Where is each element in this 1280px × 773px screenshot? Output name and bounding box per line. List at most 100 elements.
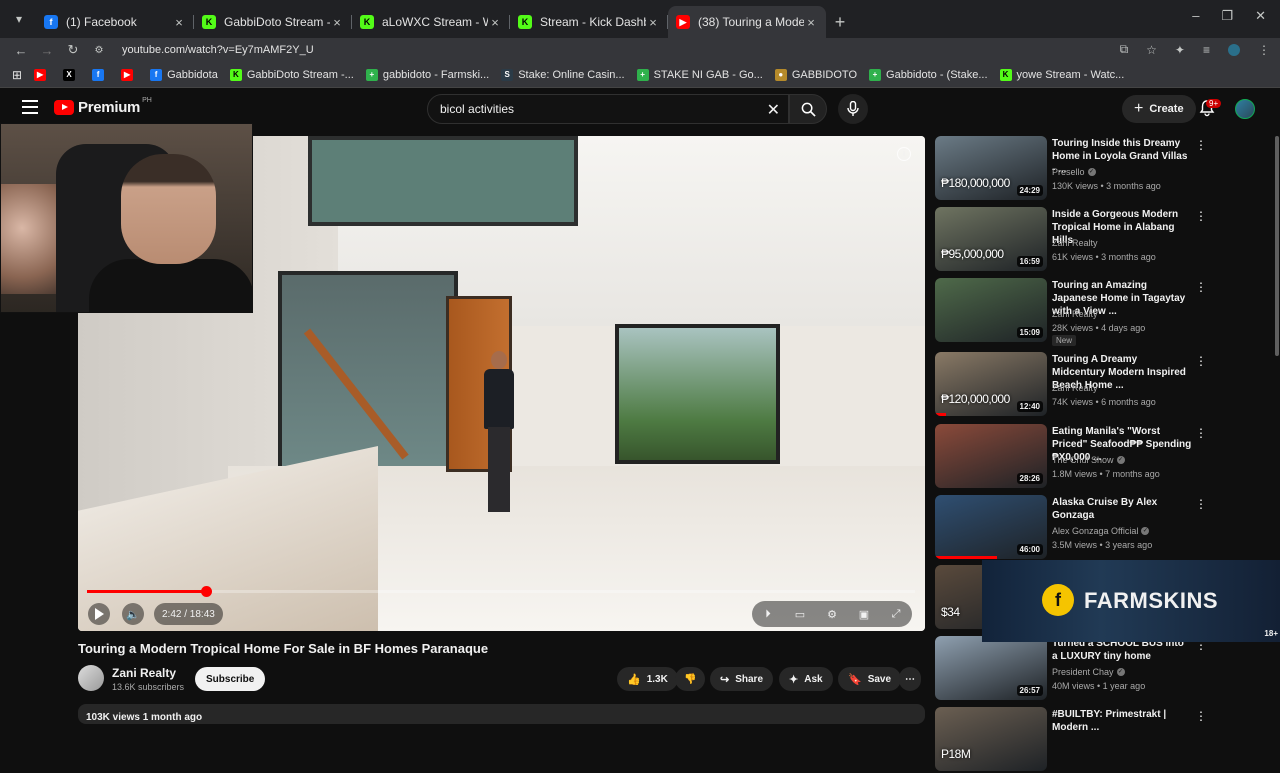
suggestion-menu-icon[interactable]: ⋮ — [1195, 209, 1207, 223]
farmskins-ad-overlay[interactable]: f FARMSKINS 18+ — [982, 560, 1280, 642]
like-button[interactable]: 👍 1.3K — [617, 667, 678, 691]
clear-search-icon[interactable]: ✕ — [767, 100, 780, 120]
dislike-button[interactable]: 👎 — [675, 667, 706, 691]
bookmark-item[interactable]: + gabbidoto - Farmski... — [365, 68, 489, 81]
volume-button[interactable]: 🔈 — [122, 603, 144, 625]
bookmark-item[interactable]: Kyowe Stream - Watc... — [999, 68, 1124, 81]
suggestion-item[interactable]: 26:57 Turned a SCHOOL BUS into a LUXURY t… — [935, 636, 1275, 702]
page-scrollbar[interactable] — [1275, 136, 1279, 356]
suggestion-title[interactable]: Alaska Cruise By Alex Gonzaga — [1052, 496, 1192, 522]
settings-icon[interactable]: ⚙ — [822, 608, 842, 621]
suggestion-thumbnail[interactable]: 15:09 — [935, 278, 1047, 342]
suggestion-channel[interactable]: The Chul Show ✓ — [1052, 455, 1125, 465]
suggestion-item[interactable]: ₱95,000,000 16:59 Inside a Gorgeous Modern… — [935, 207, 1275, 273]
suggestion-thumbnail[interactable]: 28:26 — [935, 424, 1047, 488]
suggestion-thumbnail[interactable]: 46:00 — [935, 495, 1047, 559]
tab-close-icon[interactable]: × — [330, 15, 344, 30]
create-button[interactable]: + Create — [1122, 95, 1196, 123]
bookmark-item[interactable]: X — [63, 68, 80, 81]
suggestion-channel[interactable]: Zani Realty — [1052, 309, 1098, 319]
tab-search-icon[interactable]: ▾ — [8, 8, 30, 30]
tab-0[interactable]: f (1) Facebook × — [36, 6, 194, 38]
suggestion-thumbnail[interactable]: ₱180,000,000 24:29 — [935, 136, 1047, 200]
description-box[interactable] — [78, 704, 925, 724]
suggestion-channel[interactable]: Zani Realty — [1052, 383, 1098, 393]
address-bar[interactable]: youtube.com/watch?v=Ey7mAMF2Y_U — [122, 44, 314, 56]
voice-search-button[interactable] — [838, 94, 868, 124]
tab-4[interactable]: ▶ (38) Touring a Modern Tropical× — [668, 6, 826, 38]
ask-button[interactable]: ✦ Ask — [779, 667, 833, 691]
suggestion-channel[interactable]: Alex Gonzaga Official ✓ — [1052, 526, 1150, 536]
youtube-logo[interactable]: Premium PH — [54, 97, 152, 116]
suggestion-thumbnail[interactable]: ₱120,000,000 12:40 — [935, 352, 1047, 416]
share-button[interactable]: ↪ Share — [710, 667, 774, 691]
channel-avatar[interactable] — [78, 665, 104, 691]
bookmark-item[interactable]: K GabbiDoto Stream -... — [229, 68, 354, 81]
tab-3[interactable]: K Stream - Kick Dashboard× — [510, 6, 668, 38]
suggestion-item[interactable]: 15:09 Touring an Amazing Japanese Home in… — [935, 278, 1275, 346]
suggestion-menu-icon[interactable]: ⋮ — [1195, 280, 1207, 294]
apps-icon[interactable]: ⊞ — [12, 68, 22, 82]
bookmark-item[interactable]: ▶ — [121, 68, 138, 81]
subscribe-button[interactable]: Subscribe — [195, 667, 266, 691]
captions-icon[interactable]: ▭ — [790, 608, 810, 621]
site-info-icon[interactable]: ⚙ — [88, 45, 110, 56]
autoplay-toggle-icon[interactable]: ⏵ — [758, 608, 778, 621]
forward-icon[interactable]: → — [36, 43, 58, 58]
channel-name[interactable]: Zani Realty — [112, 666, 176, 680]
tab-1[interactable]: K GabbiDoto Stream - Watch Live× — [194, 6, 352, 38]
new-tab-button[interactable]: + — [826, 8, 854, 36]
back-icon[interactable]: ← — [10, 43, 32, 58]
suggestion-item[interactable]: ₱120,000,000 12:40 Touring A Dreamy Midcen… — [935, 352, 1275, 418]
extensions-icon[interactable]: ✦ — [1175, 43, 1185, 57]
tab-close-icon[interactable]: × — [804, 15, 818, 30]
info-icon[interactable]: i — [897, 147, 911, 161]
suggestion-item[interactable]: 28:26 Eating Manila's "Worst Priced" Seaf… — [935, 424, 1275, 490]
more-actions-button[interactable]: ⋯ — [899, 667, 921, 691]
suggestion-menu-icon[interactable]: ⋮ — [1195, 426, 1207, 440]
bookmark-item[interactable]: + Gabbidoto - (Stake... — [869, 68, 988, 81]
tab-close-icon[interactable]: × — [646, 15, 660, 30]
tab-close-icon[interactable]: × — [172, 15, 186, 30]
suggestion-menu-icon[interactable]: ⋮ — [1195, 138, 1207, 152]
search-input[interactable]: bicol activities ✕ — [427, 94, 789, 124]
suggestion-item[interactable]: ₱180,000,000 24:29 Touring Inside this Dre… — [935, 136, 1275, 202]
browser-menu-icon[interactable]: ⋮ — [1258, 43, 1270, 57]
suggestion-menu-icon[interactable]: ⋮ — [1195, 354, 1207, 368]
suggestion-channel[interactable]: Zani Realty — [1052, 238, 1098, 248]
bookmark-item[interactable]: S Stake: Online Casin... — [501, 68, 625, 81]
suggestion-channel[interactable]: Presello ✓ — [1052, 167, 1096, 177]
menu-icon[interactable] — [22, 100, 38, 118]
suggestion-thumbnail[interactable]: P18M — [935, 707, 1047, 771]
fullscreen-icon[interactable]: ⤢ — [886, 608, 906, 621]
account-avatar[interactable] — [1235, 99, 1255, 119]
tab-2[interactable]: KaLoWXC Stream - Watch Live o× — [352, 6, 510, 38]
play-button[interactable] — [88, 603, 110, 625]
suggestion-menu-icon[interactable]: ⋮ — [1195, 497, 1207, 511]
search-button[interactable] — [789, 94, 827, 124]
bookmark-item[interactable]: f Gabbidota — [150, 68, 218, 81]
suggestion-title[interactable]: #BUILTBY: Primestrakt | Modern ... — [1052, 708, 1192, 734]
suggestion-menu-icon[interactable]: ⋮ — [1195, 709, 1207, 723]
reload-icon[interactable]: ↻ — [62, 42, 84, 58]
bookmark-item[interactable]: + STAKE NI GAB - Go... — [636, 68, 763, 81]
media-icon[interactable]: ≡ — [1203, 43, 1210, 57]
suggestion-item[interactable]: 46:00 Alaska Cruise By Alex Gonzaga Alex G… — [935, 495, 1275, 561]
bookmark-star-icon[interactable]: ☆ — [1146, 43, 1157, 57]
profile-avatar[interactable] — [1228, 43, 1240, 56]
restore-icon[interactable]: ❐ — [1221, 8, 1233, 24]
suggestion-thumbnail[interactable]: 26:57 — [935, 636, 1047, 700]
progress-bar[interactable] — [87, 586, 915, 597]
suggestion-channel[interactable]: President Chay ✓ — [1052, 667, 1125, 677]
save-button[interactable]: 🔖 Save — [838, 667, 902, 691]
suggestion-thumbnail[interactable]: ₱95,000,000 16:59 — [935, 207, 1047, 271]
bookmark-item[interactable]: f — [92, 68, 109, 81]
minimize-icon[interactable]: – — [1192, 8, 1199, 24]
close-window-icon[interactable]: ✕ — [1255, 8, 1266, 24]
suggestion-item[interactable]: P18M #BUILTBY: Primestrakt | Modern ... ⋮ — [935, 707, 1275, 773]
install-icon[interactable]: ⧉ — [1120, 42, 1129, 57]
bookmark-item[interactable]: ● GABBIDOTO — [774, 68, 857, 81]
theater-mode-icon[interactable]: ▣ — [854, 608, 874, 621]
tab-close-icon[interactable]: × — [488, 15, 502, 30]
bookmark-item[interactable]: ▶ — [34, 68, 51, 81]
